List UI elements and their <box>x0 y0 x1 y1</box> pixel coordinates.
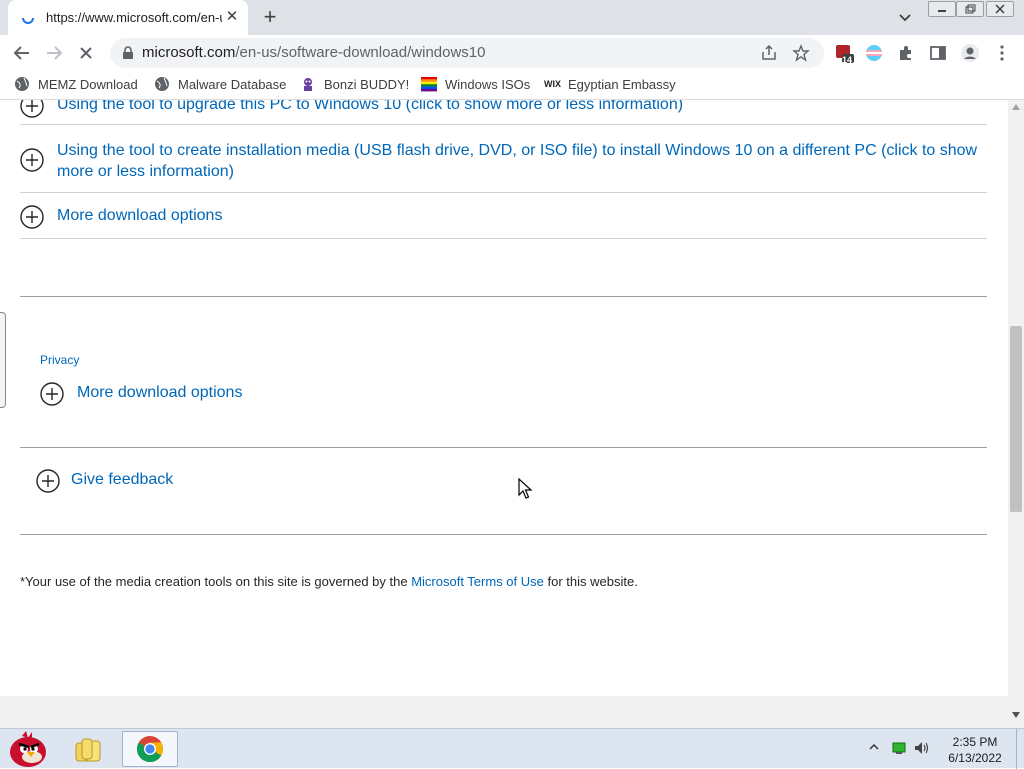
mouse-cursor-icon <box>518 478 532 499</box>
plus-circle-icon <box>20 148 44 172</box>
rainbow-flag-icon <box>421 77 437 92</box>
scroll-down-arrow-icon[interactable] <box>1012 712 1020 718</box>
loading-spinner-icon <box>22 17 34 24</box>
menu-button[interactable] <box>990 41 1014 65</box>
back-button[interactable] <box>10 41 34 65</box>
kebab-menu-icon <box>1000 45 1004 61</box>
trans-flag-extension-icon <box>866 45 882 61</box>
plus-circle-icon <box>20 100 44 118</box>
taskbar-chrome[interactable] <box>122 731 178 767</box>
share-icon[interactable] <box>760 44 778 62</box>
bookmarks-bar: MEMZ Download Malware Database Bonzi BUD… <box>0 70 1024 100</box>
plus-circle-icon <box>40 382 64 406</box>
avatar-icon <box>961 44 979 62</box>
expander-installation-media[interactable]: Using the tool to create installation me… <box>20 140 987 182</box>
bookmark-malware-database[interactable]: Malware Database <box>154 76 286 92</box>
installation-media-link: Using the tool to create installation me… <box>57 142 978 180</box>
forward-arrow-icon <box>47 46 63 60</box>
expander-give-feedback[interactable]: Give feedback <box>36 469 936 493</box>
forward-button[interactable] <box>42 41 66 65</box>
give-feedback-link: Give feedback <box>71 471 174 488</box>
page-content: Using the tool to upgrade this PC to Win… <box>0 100 1008 696</box>
clock-date: 6/13/2022 <box>948 751 1002 765</box>
extension-badge: 14 <box>842 55 853 65</box>
close-icon <box>80 47 92 59</box>
scrollbar-thumb[interactable] <box>1010 326 1022 512</box>
bookmark-bonzi-buddy[interactable]: Bonzi BUDDY! <box>300 76 409 92</box>
bookmark-egyptian-embassy[interactable]: WIX Egyptian Embassy <box>544 76 676 92</box>
angry-bird-start-icon <box>10 731 46 767</box>
bookmark-memz[interactable]: MEMZ Download <box>14 76 138 92</box>
side-panel-tab[interactable] <box>0 312 6 408</box>
folder-icon <box>75 738 101 762</box>
globe-icon <box>15 77 29 91</box>
expander-upgrade-pc[interactable]: Using the tool to upgrade this PC to Win… <box>20 100 987 118</box>
url-text: microsoft.com/en-us/software-download/wi… <box>142 44 486 61</box>
section-divider <box>20 296 987 297</box>
close-window-button[interactable] <box>986 1 1014 17</box>
divider <box>20 192 987 193</box>
side-panel-icon <box>930 46 946 60</box>
start-button[interactable] <box>0 731 54 767</box>
restore-button[interactable] <box>956 1 984 17</box>
terms-footnote: *Your use of the media creation tools on… <box>20 574 638 589</box>
more-download-options-link: More download options <box>57 207 223 224</box>
extensions-button[interactable] <box>894 41 918 65</box>
bonzi-icon <box>304 78 312 91</box>
page-scrollbar[interactable] <box>1008 100 1024 728</box>
close-tab-icon[interactable]: ✕ <box>224 9 240 25</box>
section-divider <box>20 534 987 535</box>
lock-icon <box>123 46 133 59</box>
globe-icon <box>155 77 169 91</box>
minimize-button[interactable] <box>928 1 956 17</box>
chrome-icon <box>136 736 164 763</box>
section-divider <box>20 447 987 448</box>
more-download-options-link-2: More download options <box>77 384 243 401</box>
expander-more-download-options-2[interactable]: More download options <box>40 382 940 406</box>
browser-tab[interactable]: https://www.microsoft.com/en-us/software… <box>8 0 248 35</box>
plus-circle-icon <box>36 469 60 493</box>
tab-title: https://www.microsoft.com/en-us/software… <box>46 10 222 25</box>
show-desktop-button[interactable] <box>1016 729 1024 769</box>
volume-icon[interactable] <box>914 741 930 755</box>
back-arrow-icon <box>13 46 29 60</box>
divider <box>20 124 987 125</box>
expander-more-download-options[interactable]: More download options <box>20 205 987 229</box>
bookmark-star-icon[interactable] <box>792 44 810 62</box>
clock-time: 2:35 PM <box>952 735 998 749</box>
upgrade-pc-link: Using the tool to upgrade this PC to Win… <box>57 100 684 113</box>
address-bar[interactable]: microsoft.com/en-us/software-download/wi… <box>110 38 824 68</box>
extension-color-button[interactable] <box>862 41 886 65</box>
wix-icon: WIX <box>544 79 561 89</box>
page-bottom-area <box>0 696 1008 728</box>
tab-search-icon[interactable] <box>896 8 914 26</box>
privacy-link[interactable]: Privacy <box>40 353 79 367</box>
new-tab-button[interactable]: + <box>258 6 282 30</box>
extension-antivirus-button[interactable]: 14 <box>832 41 856 65</box>
tab-strip: https://www.microsoft.com/en-us/software… <box>0 0 1024 35</box>
browser-toolbar: microsoft.com/en-us/software-download/wi… <box>0 35 1024 70</box>
taskbar-file-explorer[interactable] <box>62 731 118 767</box>
bookmark-windows-isos[interactable]: Windows ISOs <box>421 76 530 92</box>
plus-circle-icon <box>20 205 44 229</box>
system-clock[interactable]: 2:35 PM 6/13/2022 <box>940 734 1010 766</box>
windows-taskbar: 2:35 PM 6/13/2022 <box>0 728 1024 769</box>
show-hidden-icons-chevron-icon[interactable] <box>868 741 880 753</box>
side-panel-button[interactable] <box>926 41 950 65</box>
scroll-up-arrow-icon[interactable] <box>1012 104 1020 110</box>
divider <box>20 238 987 239</box>
terms-of-use-link[interactable]: Microsoft Terms of Use <box>411 574 544 589</box>
profile-button[interactable] <box>958 41 982 65</box>
puzzle-icon <box>900 46 911 60</box>
stop-loading-button[interactable] <box>74 41 98 65</box>
network-icon[interactable] <box>892 741 906 755</box>
